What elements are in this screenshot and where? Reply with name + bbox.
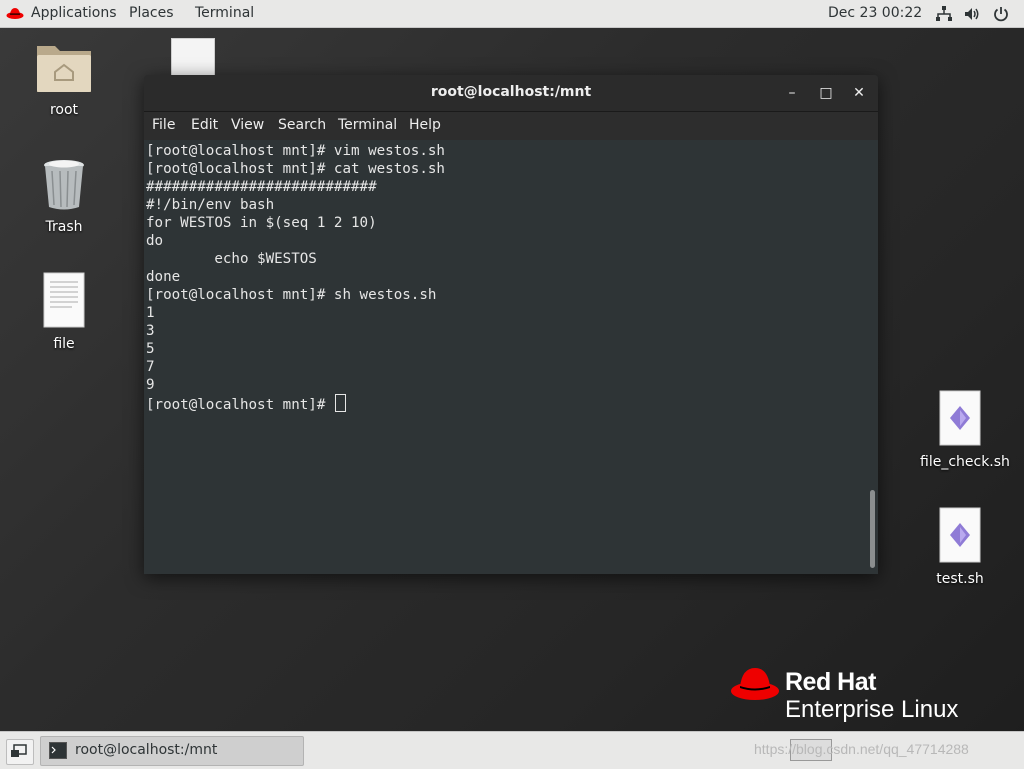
brand-line-1: Red Hat <box>785 668 876 696</box>
minimize-button[interactable]: – <box>782 83 802 103</box>
menu-bar: File Edit View Search Terminal Help <box>144 112 878 140</box>
terminal-text: [root@localhost mnt]# vim westos.sh [roo… <box>146 143 445 413</box>
desktop-icon-file-check[interactable]: file_check.sh <box>920 390 1010 470</box>
terminal-window[interactable]: root@localhost:/mnt – □ ✕ File Edit View… <box>144 75 878 574</box>
close-button[interactable]: ✕ <box>849 83 869 103</box>
taskbar-item-terminal[interactable]: root@localhost:/mnt <box>40 736 304 766</box>
power-icon[interactable] <box>992 5 1010 23</box>
menu-help[interactable]: Help <box>409 117 441 133</box>
trash-icon <box>44 160 84 210</box>
home-folder-icon <box>37 46 91 92</box>
volume-icon[interactable] <box>963 5 981 23</box>
script-icon <box>939 507 981 563</box>
clock[interactable]: Dec 23 00:22 <box>828 5 922 21</box>
desktop-icon-file[interactable]: file <box>24 272 104 352</box>
redhat-logo-icon <box>731 668 779 700</box>
maximize-button[interactable]: □ <box>816 83 836 103</box>
terminal-icon <box>49 742 67 759</box>
menu-edit[interactable]: Edit <box>191 117 218 133</box>
desktop-icon-label: file_check.sh <box>920 454 1010 470</box>
terminal-app-menu[interactable]: Terminal <box>195 5 254 21</box>
places-menu[interactable]: Places <box>129 5 174 21</box>
partial-document-icon[interactable] <box>171 38 215 76</box>
desktop-icon-test[interactable]: test.sh <box>920 507 1000 587</box>
desktop-icon-root[interactable]: root <box>24 40 104 118</box>
menu-view[interactable]: View <box>231 117 264 133</box>
redhat-branding: Red Hat Enterprise Linux <box>730 664 990 724</box>
menu-terminal[interactable]: Terminal <box>338 117 397 133</box>
brand-line-2: Enterprise Linux <box>785 696 959 723</box>
redhat-logo-icon <box>6 8 24 19</box>
desktop-icon-label: test.sh <box>936 571 984 587</box>
watermark-text: https://blog.csdn.net/qq_47714288 <box>754 741 969 757</box>
taskbar-item-label: root@localhost:/mnt <box>75 742 218 758</box>
show-desktop-icon <box>11 744 27 757</box>
network-icon[interactable] <box>935 5 953 23</box>
document-icon <box>43 272 85 328</box>
desktop-icon-trash[interactable]: Trash <box>24 157 104 235</box>
window-title: root@localhost:/mnt <box>430 84 592 100</box>
desktop-icon-label: Trash <box>45 219 83 235</box>
scrollbar-thumb[interactable] <box>870 490 875 568</box>
script-icon <box>939 390 981 446</box>
terminal-output[interactable]: [root@localhost mnt]# vim westos.sh [roo… <box>144 140 868 574</box>
text-cursor <box>334 394 346 412</box>
applications-menu[interactable]: Applications <box>31 5 117 21</box>
window-titlebar[interactable]: root@localhost:/mnt – □ ✕ <box>144 75 878 112</box>
scrollbar[interactable] <box>868 140 878 574</box>
top-bar: Applications Places Terminal Dec 23 00:2… <box>0 0 1024 28</box>
bottom-taskbar: root@localhost:/mnt https://blog.csdn.ne… <box>0 731 1024 769</box>
desktop-icon-label: file <box>53 336 75 352</box>
menu-search[interactable]: Search <box>278 117 326 133</box>
show-desktop-button[interactable] <box>6 739 34 765</box>
menu-file[interactable]: File <box>152 117 175 133</box>
desktop-icon-label: root <box>49 102 79 118</box>
